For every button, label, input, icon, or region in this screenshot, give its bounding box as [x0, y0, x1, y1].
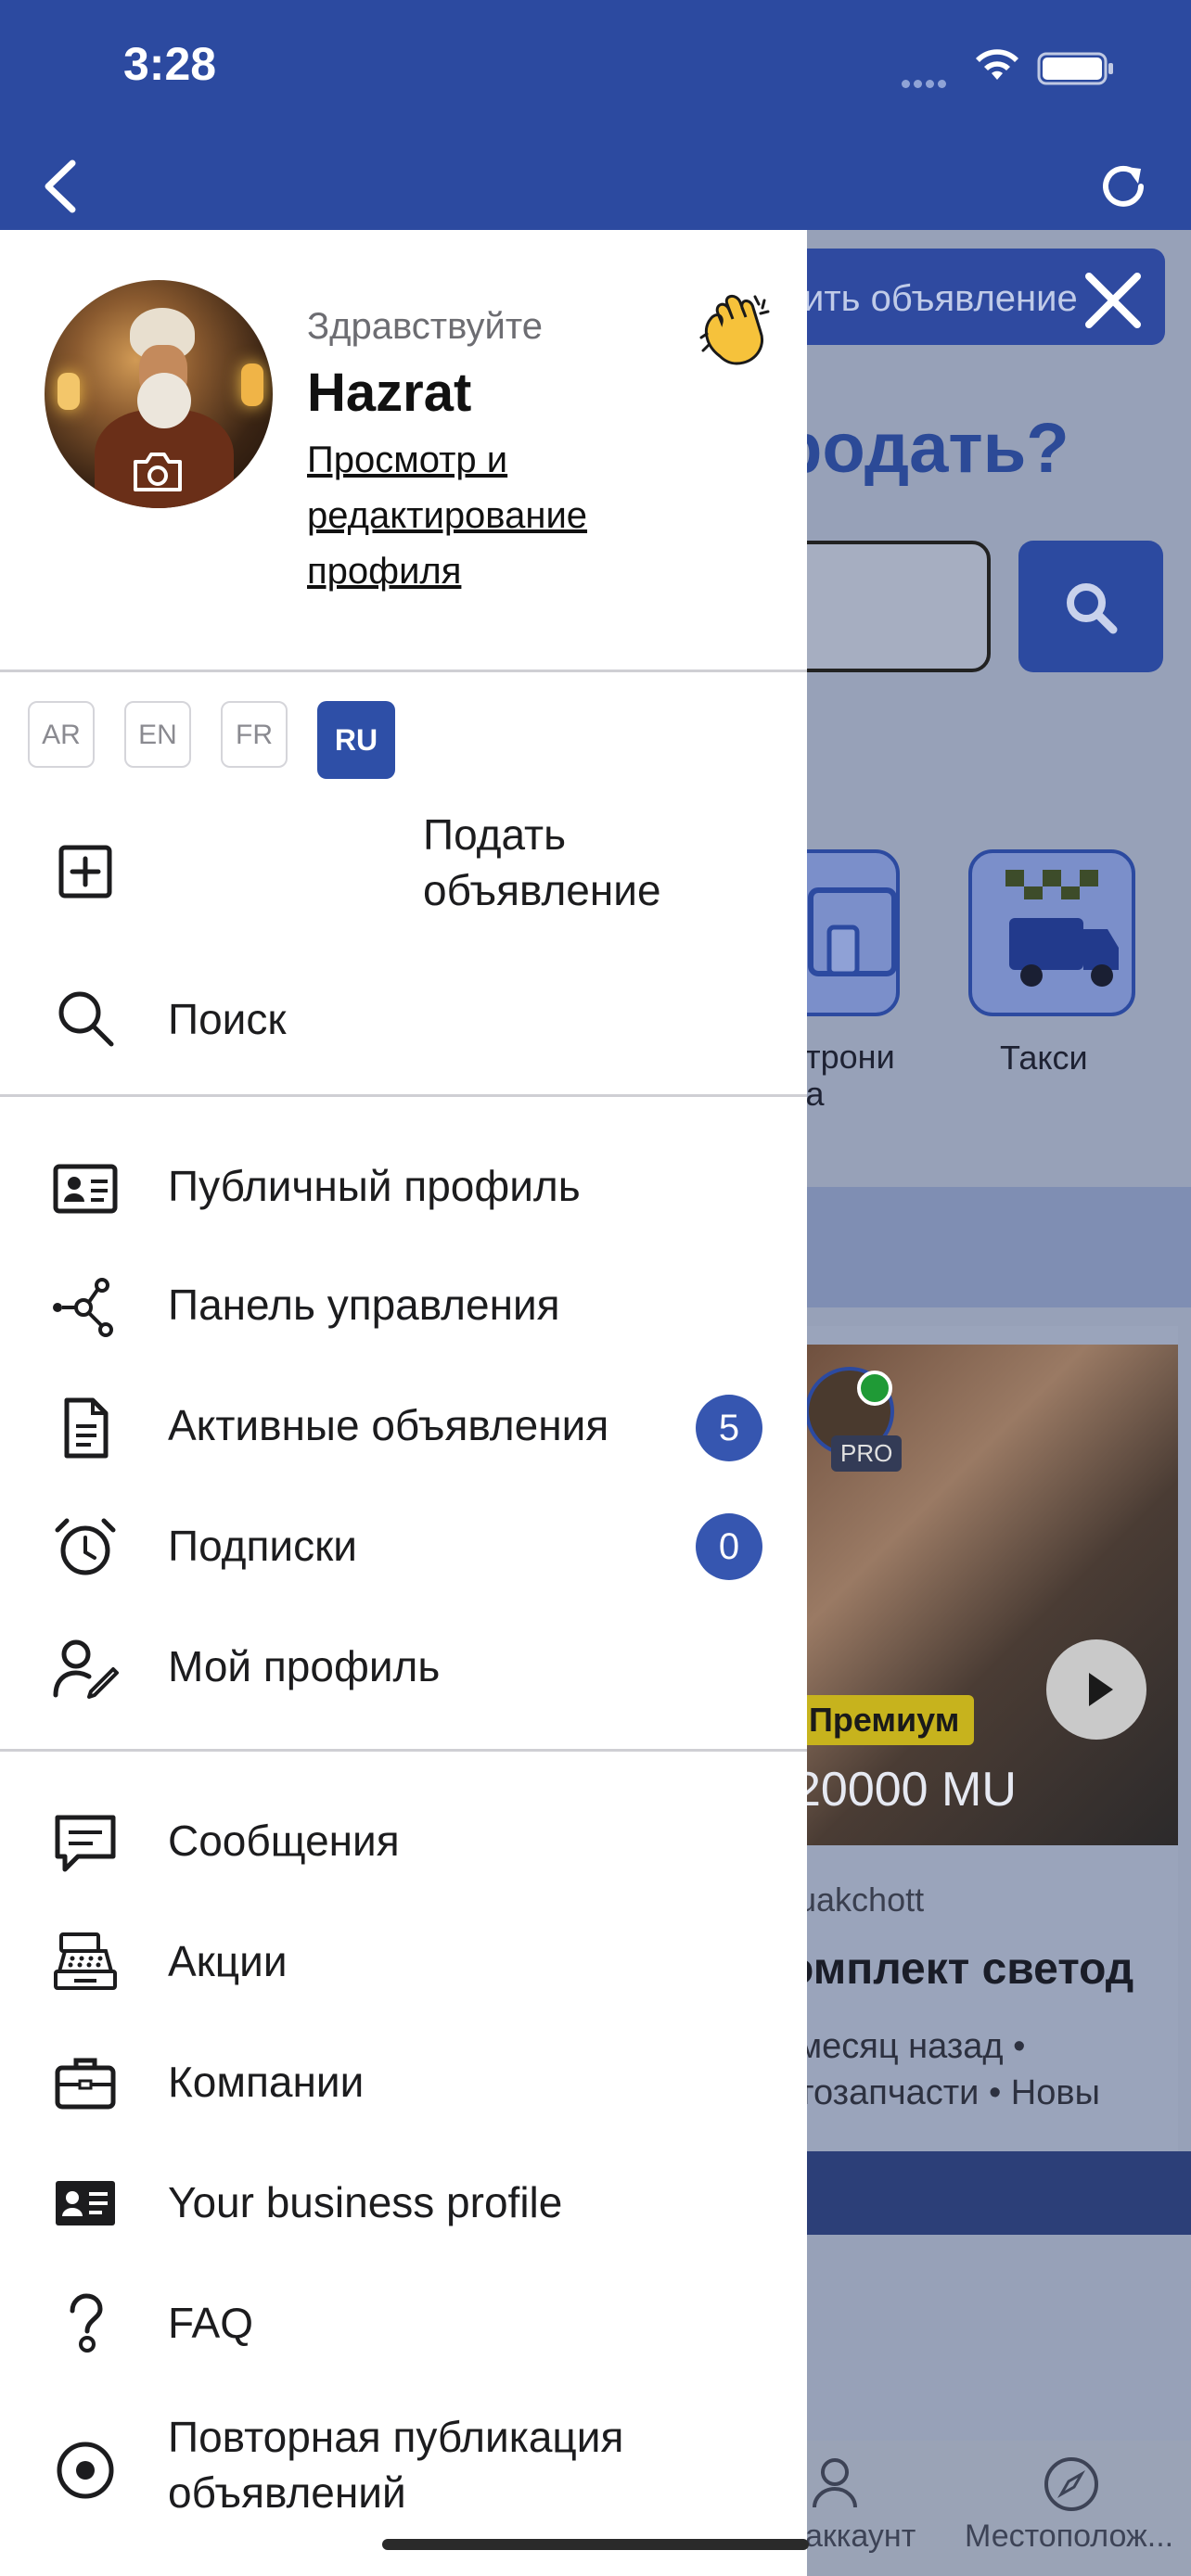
delivery-truck-icon: [1005, 870, 1119, 987]
cellular-signal-icon: [902, 76, 957, 88]
home-indicator[interactable]: [382, 2539, 809, 2550]
user-name: Hazrat: [307, 363, 472, 423]
navigation-drawer: Здравствуйте Hazrat Просмотр и редактиро…: [0, 230, 807, 2576]
bg-tab-label: аккаунт: [805, 2519, 916, 2554]
menu-item-public-profile[interactable]: Публичный профиль: [0, 1139, 807, 1250]
refresh-icon[interactable]: [1095, 158, 1152, 215]
camera-icon[interactable]: [130, 449, 186, 495]
lang-fr-button[interactable]: FR: [221, 701, 288, 768]
bg-listing-meta: тозапчасти • Новы: [798, 2073, 1100, 2112]
bg-listing-title: омплект светод: [787, 1945, 1134, 1994]
bg-heading: родать?: [779, 409, 1069, 488]
menu-item-dashboard[interactable]: Панель управления: [0, 1259, 807, 1371]
menu-item-label: Your business profile: [168, 2178, 563, 2226]
divider: [0, 1749, 807, 1752]
back-chevron-icon[interactable]: [33, 154, 89, 219]
briefcase-icon: [55, 2058, 116, 2110]
menu-item-label: Подать объявление: [423, 810, 661, 914]
menu-item-post-ad[interactable]: Подать объявление: [0, 805, 807, 935]
close-icon[interactable]: [1080, 267, 1146, 334]
wifi-icon: [976, 49, 1018, 80]
active-ads-count-badge: 5: [696, 1395, 762, 1461]
menu-item-business-profile[interactable]: Your business profile: [0, 2155, 807, 2266]
menu-item-companies[interactable]: Компании: [0, 2034, 807, 2146]
menu-item-active-ads[interactable]: Активные объявления 5: [0, 1380, 807, 1491]
bg-category-taxi: [968, 849, 1135, 1016]
bg-tab-label: Местополож...: [965, 2519, 1174, 2554]
menu-item-label: Сообщения: [168, 1817, 400, 1865]
message-icon: [55, 1815, 116, 1872]
menu-item-label: Акции: [168, 1937, 288, 1985]
bg-premium-badge: Премиум: [794, 1695, 975, 1745]
plus-square-icon: [58, 845, 112, 899]
menu-item-label: Повторная публикация объявлений: [168, 2413, 624, 2517]
battery-icon: [1037, 52, 1113, 85]
menu-item-label: Публичный профиль: [168, 1162, 581, 1210]
alarm-clock-icon: [55, 1518, 116, 1575]
view-edit-profile-link[interactable]: Просмотр и редактирование профиля: [307, 432, 715, 599]
search-icon: [58, 991, 114, 1047]
radio-target-icon: [57, 2442, 114, 2499]
bg-price: 20000 MU: [794, 1763, 1017, 1817]
menu-item-label: Панель управления: [168, 1281, 560, 1329]
menu-item-label: FAQ: [168, 2299, 254, 2347]
menu-item-label: Активные объявления: [168, 1401, 609, 1449]
online-dot-icon: [857, 1371, 892, 1406]
lang-en-button[interactable]: EN: [124, 701, 191, 768]
question-icon: [70, 2293, 103, 2353]
business-card-icon: [56, 2181, 115, 2225]
search-icon: [1067, 583, 1118, 634]
waving-hand-icon: [699, 295, 770, 365]
network-icon: [53, 1278, 113, 1337]
cash-register-icon: [54, 1932, 117, 1990]
bg-listing-meta: месяц назад •: [798, 2027, 1026, 2066]
top-app-bar: 3:28: [0, 0, 1191, 230]
bg-pro-badge: PRO: [831, 1435, 903, 1472]
menu-item-label: Компании: [168, 2058, 365, 2106]
menu-item-label: Подписки: [168, 1522, 357, 1570]
menu-item-messages[interactable]: Сообщения: [0, 1793, 807, 1905]
user-edit-icon: [53, 1639, 119, 1699]
account-icon: [813, 2458, 857, 2508]
menu-item-republish-ads[interactable]: Повторная публикация объявлений: [0, 2402, 807, 2541]
subscriptions-count-badge: 0: [696, 1513, 762, 1580]
compass-icon: [1044, 2457, 1098, 2511]
bg-search-button: [1018, 541, 1163, 672]
id-card-icon: [53, 1164, 118, 1214]
lang-ru-button[interactable]: RU: [317, 701, 395, 779]
menu-item-faq[interactable]: FAQ: [0, 2276, 807, 2387]
play-icon: [1046, 1639, 1146, 1740]
bg-category-label: Такси: [1000, 1039, 1088, 1077]
menu-item-label: Мой профиль: [168, 1642, 441, 1690]
status-time: 3:28: [123, 38, 217, 90]
document-icon: [64, 1397, 109, 1459]
divider: [0, 1094, 807, 1097]
menu-item-my-profile[interactable]: Мой профиль: [0, 1621, 807, 1732]
greeting: Здравствуйте: [307, 306, 543, 347]
bg-city: uakchott: [798, 1881, 925, 1919]
divider: [0, 670, 807, 672]
lang-ar-button[interactable]: AR: [28, 701, 95, 768]
menu-item-promotions[interactable]: Акции: [0, 1914, 807, 2025]
menu-item-subscriptions[interactable]: Подписки 0: [0, 1500, 807, 1612]
menu-item-search[interactable]: Поиск: [0, 972, 807, 1065]
menu-item-label: Поиск: [168, 995, 287, 1043]
